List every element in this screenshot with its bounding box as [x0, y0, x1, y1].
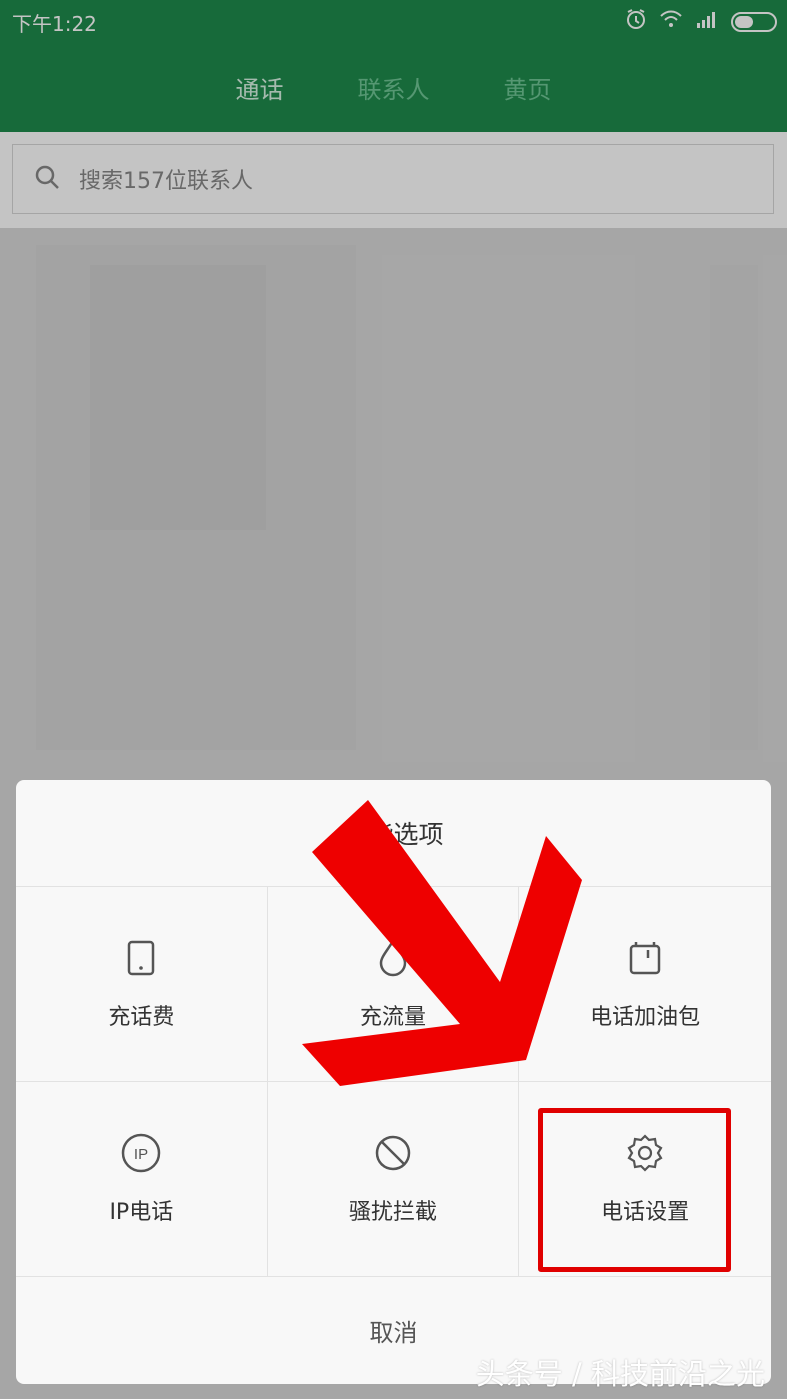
option-recharge-data[interactable]: 充流量 [267, 887, 520, 1082]
svg-text:IP: IP [134, 1146, 148, 1163]
settings-highlight-box [538, 1108, 731, 1272]
option-phone-package[interactable]: 电话加油包 [519, 887, 771, 1082]
option-label: IP电话 [109, 1200, 174, 1225]
option-label: 充流量 [359, 1005, 426, 1030]
option-label: 电话加油包 [590, 1005, 701, 1030]
ip-icon: IP [120, 1132, 162, 1174]
watermark: 头条号 / 科技前沿之光 [475, 1357, 765, 1391]
dialog-title: 功能选项 [16, 780, 771, 887]
option-label: 充话费 [108, 1005, 175, 1030]
options-dialog: 功能选项 充话费 充流量 电话加油包 IP IP电话 骚扰拦截 电话设置 取消 [16, 780, 771, 1384]
phone-card-icon [120, 937, 162, 979]
option-label: 骚扰拦截 [348, 1200, 437, 1225]
option-recharge-call[interactable]: 充话费 [16, 887, 268, 1082]
water-drop-icon [372, 937, 414, 979]
option-ip-call[interactable]: IP IP电话 [16, 1082, 268, 1277]
block-icon [372, 1132, 414, 1174]
option-block-harassment[interactable]: 骚扰拦截 [267, 1082, 520, 1277]
package-icon [624, 937, 666, 979]
